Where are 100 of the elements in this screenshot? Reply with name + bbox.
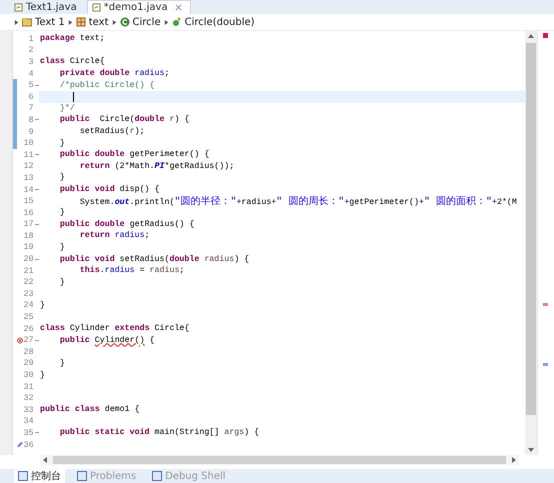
fold-marker[interactable] <box>34 154 40 156</box>
line-number: 6 <box>27 92 34 102</box>
code-line: } <box>39 370 45 380</box>
hint-marker[interactable] <box>543 363 548 366</box>
view-icon <box>18 471 28 481</box>
line-number: 35 <box>23 428 34 438</box>
code-line: setRadius(r); <box>78 127 145 136</box>
line-number: 10 <box>23 138 34 148</box>
code-line: public static void main(String[] args) { <box>58 428 260 438</box>
code-line: System.out.println("圆的半径："+radius+" 圆的周长："+getPerimeter()+" 圆的面积："+2*(M <box>78 194 517 208</box>
line-number: 5 <box>27 80 34 90</box>
line-number: 17 <box>23 219 34 230</box>
fold-marker[interactable] <box>34 119 40 120</box>
line-number: 18 <box>23 230 34 241</box>
breadcrumb-item[interactable]: Text 1 <box>22 16 65 28</box>
code-line: }*/ <box>58 104 75 113</box>
class-icon <box>120 17 130 27</box>
code-line: public Cylinder() { <box>58 336 155 345</box>
line-number: 23 <box>23 288 34 299</box>
vertical-scrollbar[interactable] <box>525 31 537 455</box>
scroll-thumb[interactable] <box>526 43 536 415</box>
code-line: this.radius = radius; <box>78 266 184 276</box>
code-line: public void disp() { <box>58 185 160 194</box>
horizontal-scrollbar[interactable] <box>40 455 519 465</box>
java-file-icon <box>14 2 23 12</box>
line-number: 2 <box>27 45 34 56</box>
line-number: 27 <box>23 335 34 346</box>
line-number: 19 <box>23 242 34 252</box>
line-number: 9 <box>27 126 34 137</box>
breadcrumb-item[interactable]: text <box>76 16 109 28</box>
code-line: public Circle(double r) { <box>58 115 190 124</box>
code-line: return radius; <box>78 231 150 240</box>
code-line: } <box>58 138 65 148</box>
code-line: public double getPerimeter() { <box>58 150 210 160</box>
code-line: public void setRadius(double radius) { <box>58 254 250 264</box>
close-icon[interactable] <box>174 4 182 11</box>
fold-marker[interactable] <box>34 224 40 225</box>
caret-icon[interactable] <box>112 18 117 26</box>
line-number: 34 <box>23 416 34 426</box>
code-line: } <box>58 173 65 182</box>
fold-marker[interactable] <box>34 189 40 190</box>
java-file-icon <box>92 3 101 12</box>
line-number: 25 <box>23 312 34 322</box>
line-number: 12 <box>23 161 34 172</box>
caret-icon[interactable] <box>164 18 169 26</box>
line-number: 30 <box>23 370 34 380</box>
line-number: 33 <box>23 404 34 415</box>
breadcrumb-item[interactable]: Circle <box>120 16 161 28</box>
code-line: package text; <box>39 34 105 44</box>
code-line: public double getRadius() { <box>58 220 194 229</box>
fold-marker[interactable] <box>34 258 40 260</box>
line-number: 1 <box>27 34 34 44</box>
line-number: 29 <box>23 358 34 368</box>
breadcrumb-item[interactable]: Circle(double) <box>172 16 255 28</box>
fold-marker[interactable] <box>34 340 40 341</box>
fold-marker[interactable] <box>34 432 40 434</box>
line-number: 28 <box>23 346 34 357</box>
line-number: 20 <box>23 254 34 264</box>
code-line: } <box>39 300 45 310</box>
method-icon <box>172 17 182 27</box>
line-number: 8 <box>27 114 34 125</box>
code-line: } <box>58 358 65 368</box>
text-cursor <box>73 92 74 102</box>
view-tab[interactable]: 控制台 <box>14 469 65 483</box>
caret-icon[interactable] <box>68 18 73 26</box>
folder-icon <box>22 17 32 27</box>
pencil-icon[interactable] <box>17 441 24 448</box>
caret-icon[interactable] <box>14 18 19 26</box>
line-number: 14 <box>23 184 34 195</box>
line-number: 4 <box>27 68 34 79</box>
code-line: class Circle{ <box>39 57 105 66</box>
code-line: } <box>58 242 65 252</box>
scroll-left-icon[interactable] <box>43 457 47 463</box>
scroll-up-icon[interactable] <box>528 34 534 38</box>
line-number: 24 <box>23 300 34 310</box>
line-number: 21 <box>23 266 34 276</box>
code-line: } <box>58 208 65 218</box>
code-line: } <box>58 278 65 287</box>
code-line: private double radius; <box>58 69 170 78</box>
line-number: 15 <box>23 196 34 206</box>
code-line: public class demo1 { <box>39 405 140 414</box>
line-number: 31 <box>23 382 34 392</box>
line-number: 36 <box>23 440 34 450</box>
code-line: return (2*Math.PI*getRadius()); <box>78 162 234 171</box>
scroll-down-icon[interactable] <box>528 448 534 452</box>
package-icon <box>76 17 86 27</box>
scroll-thumb[interactable] <box>53 456 506 464</box>
editor-tab[interactable]: Text1.java <box>10 0 85 14</box>
line-number: 26 <box>23 324 34 334</box>
editor-tab[interactable]: *demo1.java <box>86 0 191 14</box>
fold-marker[interactable] <box>34 84 40 86</box>
code-line: /*public Circle() { <box>58 80 155 90</box>
scroll-right-icon[interactable] <box>512 457 516 463</box>
line-number: 7 <box>27 103 34 114</box>
line-number: 13 <box>23 172 34 183</box>
line-number: 3 <box>27 56 34 67</box>
error-icon[interactable] <box>17 336 24 344</box>
error-marker[interactable] <box>543 303 548 306</box>
line-number: 22 <box>23 277 34 288</box>
line-number: 11 <box>23 150 34 160</box>
